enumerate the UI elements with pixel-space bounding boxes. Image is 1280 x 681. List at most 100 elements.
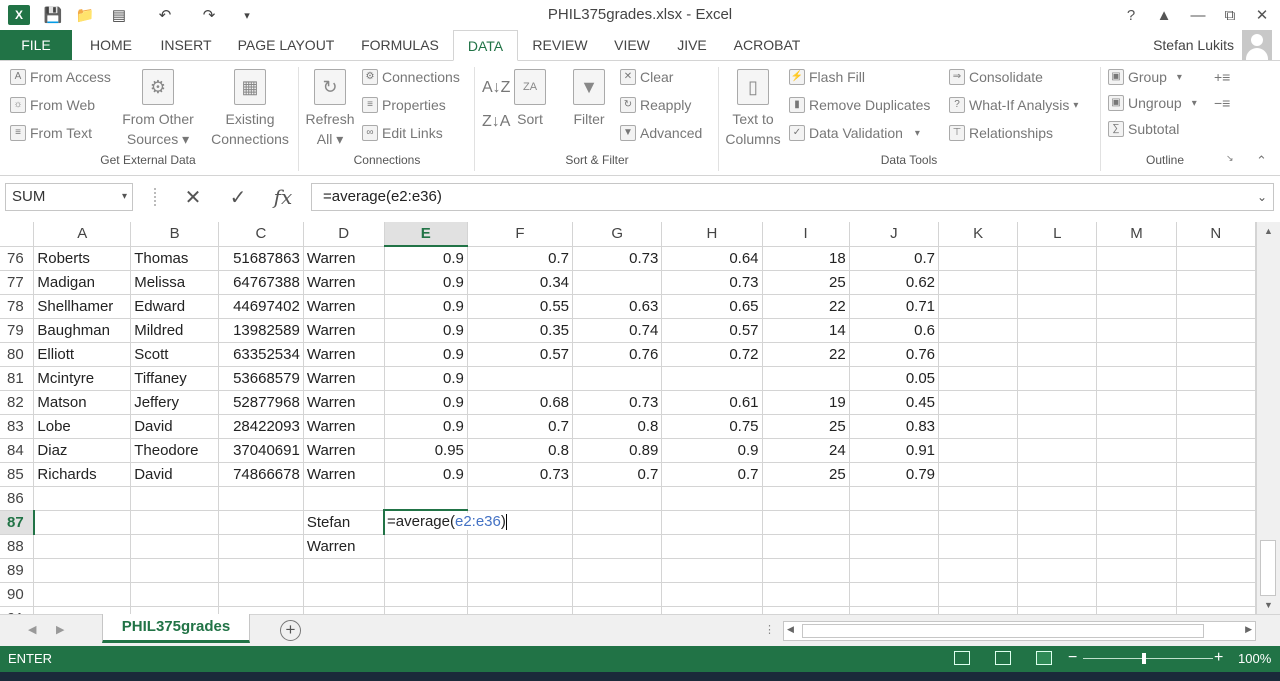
from-text-button[interactable]: ≡ From Text	[10, 125, 92, 141]
cell[interactable]: 0.9	[384, 462, 468, 487]
cell[interactable]: Shellhamer	[33, 294, 132, 319]
cell[interactable]	[33, 510, 132, 535]
clear-filter-button[interactable]: ✕ Clear	[620, 69, 673, 85]
cell[interactable]: 22	[762, 342, 850, 367]
cell[interactable]	[1096, 318, 1177, 343]
cell[interactable]: 0.7	[467, 246, 574, 271]
from-other-sources-button[interactable]: ⚙ From Other Sources ▾	[116, 69, 200, 149]
cell[interactable]: David	[130, 414, 219, 439]
cell[interactable]	[1096, 510, 1177, 535]
cell[interactable]: 0.79	[849, 462, 940, 487]
cell[interactable]: Warren	[303, 534, 385, 559]
cell[interactable]	[572, 510, 663, 535]
remove-duplicates-button[interactable]: ▮ Remove Duplicates	[789, 97, 930, 113]
cell[interactable]: 0.9	[384, 414, 468, 439]
cell[interactable]	[1096, 342, 1177, 367]
cell[interactable]: 0.9	[384, 342, 468, 367]
cell[interactable]	[130, 606, 219, 614]
cell[interactable]	[938, 558, 1019, 583]
cell[interactable]	[1017, 486, 1098, 511]
horizontal-scrollbar[interactable]: ◀ ▶	[783, 621, 1256, 641]
row-header[interactable]: 89	[0, 558, 35, 583]
tab-review[interactable]: REVIEW	[526, 30, 594, 60]
cell[interactable]: Warren	[303, 414, 385, 439]
sort-za-button[interactable]: Z↓A	[482, 113, 510, 131]
tab-jive[interactable]: JIVE	[670, 30, 714, 60]
cell[interactable]	[33, 534, 132, 559]
cell[interactable]: 51687863	[218, 246, 304, 271]
cell[interactable]	[938, 270, 1019, 295]
cell[interactable]	[762, 582, 850, 607]
cell[interactable]	[1096, 294, 1177, 319]
cell[interactable]	[33, 606, 132, 614]
column-header-a[interactable]: A	[33, 222, 132, 247]
add-sheet-button[interactable]: +	[280, 620, 301, 641]
column-header-h[interactable]: H	[661, 222, 763, 247]
tab-page-layout[interactable]: PAGE LAYOUT	[232, 30, 340, 60]
cell[interactable]	[384, 486, 468, 511]
cell[interactable]: 52877968	[218, 390, 304, 415]
cell[interactable]: 19	[762, 390, 850, 415]
cell[interactable]	[218, 606, 304, 614]
cell[interactable]	[938, 534, 1019, 559]
form-icon[interactable]: ▤	[108, 4, 130, 26]
cell[interactable]	[1176, 606, 1256, 614]
cell[interactable]: Warren	[303, 270, 385, 295]
cell[interactable]	[849, 510, 940, 535]
cell[interactable]	[33, 486, 132, 511]
cell[interactable]: Melissa	[130, 270, 219, 295]
avatar[interactable]	[1242, 30, 1272, 60]
next-sheet-icon[interactable]: ▶	[56, 623, 64, 636]
page-layout-view-icon[interactable]	[995, 651, 1011, 665]
cell[interactable]: 0.63	[572, 294, 663, 319]
cell[interactable]	[762, 534, 850, 559]
cell[interactable]: David	[130, 462, 219, 487]
row-header[interactable]: 76	[0, 246, 35, 271]
cell[interactable]	[130, 486, 219, 511]
cell[interactable]: 0.76	[572, 342, 663, 367]
advanced-filter-button[interactable]: ▼ Advanced	[620, 125, 702, 141]
column-header-c[interactable]: C	[218, 222, 304, 247]
cell[interactable]	[130, 582, 219, 607]
cell[interactable]	[849, 558, 940, 583]
cell[interactable]	[384, 558, 468, 583]
edit-links-button[interactable]: ∞ Edit Links	[362, 125, 443, 141]
cell[interactable]: Tiffaney	[130, 366, 219, 391]
select-all-corner[interactable]	[0, 222, 35, 247]
scroll-thumb[interactable]	[1260, 540, 1276, 596]
cell[interactable]: 0.91	[849, 438, 940, 463]
cell[interactable]	[467, 606, 574, 614]
cell[interactable]	[1176, 270, 1256, 295]
cell[interactable]	[1176, 390, 1256, 415]
cell[interactable]	[661, 366, 763, 391]
zoom-slider[interactable]	[1083, 658, 1213, 659]
cell[interactable]: 25	[762, 270, 850, 295]
cell[interactable]: Edward	[130, 294, 219, 319]
zoom-out-icon[interactable]: −	[1068, 649, 1077, 667]
zoom-level[interactable]: 100%	[1238, 651, 1271, 666]
from-web-button[interactable]: ☼ From Web	[10, 97, 95, 113]
connections-button[interactable]: ⚙ Connections	[362, 69, 460, 85]
cell[interactable]: 24	[762, 438, 850, 463]
minimize-icon[interactable]: —	[1186, 4, 1210, 26]
cell[interactable]	[1176, 366, 1256, 391]
cell[interactable]	[1176, 294, 1256, 319]
cell[interactable]	[218, 582, 304, 607]
cell[interactable]: 0.65	[661, 294, 763, 319]
cell[interactable]	[1017, 534, 1098, 559]
tab-home[interactable]: HOME	[82, 30, 140, 60]
existing-connections-button[interactable]: ▦ Existing Connections	[206, 69, 294, 149]
cell[interactable]: 18	[762, 246, 850, 271]
cell[interactable]: Warren	[303, 318, 385, 343]
cells-table[interactable]: ABCDEFGHIJKLMN 76 Roberts Thomas 51687863 Wa…	[0, 222, 1256, 614]
scroll-left-icon[interactable]: ◀	[787, 624, 794, 635]
cell[interactable]: 0.73	[467, 462, 574, 487]
cell[interactable]: Theodore	[130, 438, 219, 463]
cell[interactable]: Thomas	[130, 246, 219, 271]
column-header-j[interactable]: J	[849, 222, 940, 247]
cell[interactable]: Elliott	[33, 342, 132, 367]
cell[interactable]	[1017, 606, 1098, 614]
cell[interactable]	[1096, 606, 1177, 614]
cell[interactable]: 0.73	[572, 390, 663, 415]
prev-sheet-icon[interactable]: ◀	[28, 623, 36, 636]
